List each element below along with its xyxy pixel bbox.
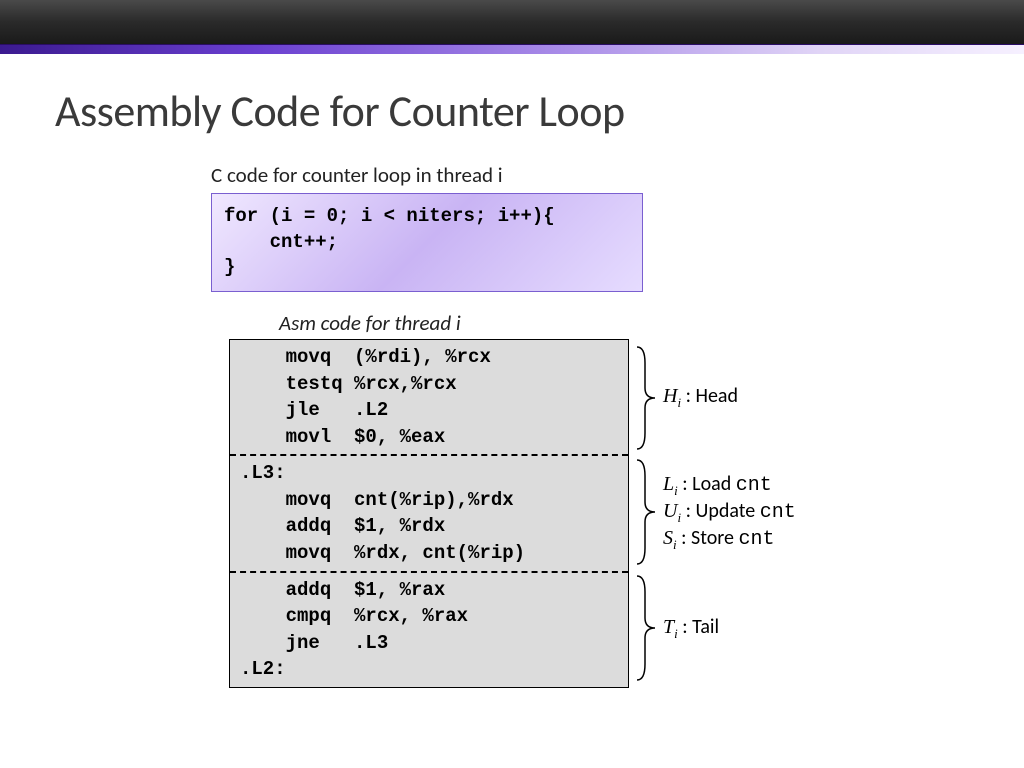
anno-load-sub: i bbox=[674, 483, 678, 498]
anno-tail-sym: T bbox=[663, 616, 674, 638]
asm-body: .L3: movq cnt(%rip),%rdx addq $1, %rdx m… bbox=[230, 454, 628, 570]
slide-body: Assembly Code for Counter Loop C code fo… bbox=[0, 54, 1024, 698]
anno-store-label: Si : Store cnt bbox=[663, 526, 796, 553]
brace-icon bbox=[635, 343, 657, 453]
annotations: Hi : Head Li : Load cnt Ui : Update cnt bbox=[629, 339, 796, 688]
anno-body-labels: Li : Load cnt Ui : Update cnt Si : Store… bbox=[659, 472, 796, 554]
asm-code-box: movq (%rdi), %rcx testq %rcx,%rcx jle .L… bbox=[229, 339, 629, 688]
anno-update-obj: cnt bbox=[760, 501, 796, 524]
c-code-caption: C code for counter loop in thread i bbox=[211, 162, 974, 188]
anno-tail-row: Ti : Tail bbox=[635, 572, 796, 684]
anno-load-obj: cnt bbox=[736, 474, 772, 497]
anno-body-row: Li : Load cnt Ui : Update cnt Si : Store… bbox=[635, 456, 796, 568]
asm-head: movq (%rdi), %rcx testq %rcx,%rcx jle .L… bbox=[230, 340, 628, 454]
anno-head-sub: i bbox=[677, 395, 681, 410]
brace-icon bbox=[635, 456, 657, 568]
accent-bar bbox=[0, 44, 1024, 54]
anno-store-obj: cnt bbox=[738, 528, 774, 551]
anno-update-sym: U bbox=[663, 500, 677, 522]
anno-head-label: Hi : Head bbox=[663, 384, 738, 411]
anno-head-desc: Head bbox=[695, 384, 738, 408]
top-bar bbox=[0, 0, 1024, 44]
c-code-box: for (i = 0; i < niters; i++){ cnt++; } bbox=[211, 193, 643, 292]
anno-store-sub: i bbox=[673, 537, 677, 552]
anno-tail-sub: i bbox=[674, 626, 678, 641]
anno-store-sym: S bbox=[663, 527, 673, 549]
anno-update-verb: Update bbox=[695, 499, 755, 523]
anno-load-sym: L bbox=[663, 473, 674, 495]
anno-head-row: Hi : Head bbox=[635, 343, 796, 453]
anno-update-label: Ui : Update cnt bbox=[663, 499, 796, 526]
anno-head-sym: H bbox=[663, 385, 677, 407]
anno-load-label: Li : Load cnt bbox=[663, 472, 796, 499]
slide-title: Assembly Code for Counter Loop bbox=[55, 84, 974, 138]
anno-store-verb: Store bbox=[691, 526, 734, 550]
anno-tail-label: Ti : Tail bbox=[663, 615, 719, 642]
anno-tail-desc: Tail bbox=[692, 615, 719, 639]
asm-wrap: movq (%rdi), %rcx testq %rcx,%rcx jle .L… bbox=[229, 339, 974, 688]
brace-icon bbox=[635, 572, 657, 684]
asm-tail: addq $1, %rax cmpq %rcx, %rax jne .L3 .L… bbox=[230, 571, 628, 687]
anno-update-sub: i bbox=[677, 510, 681, 525]
anno-load-verb: Load bbox=[692, 472, 731, 496]
asm-caption: Asm code for thread i bbox=[279, 310, 974, 336]
